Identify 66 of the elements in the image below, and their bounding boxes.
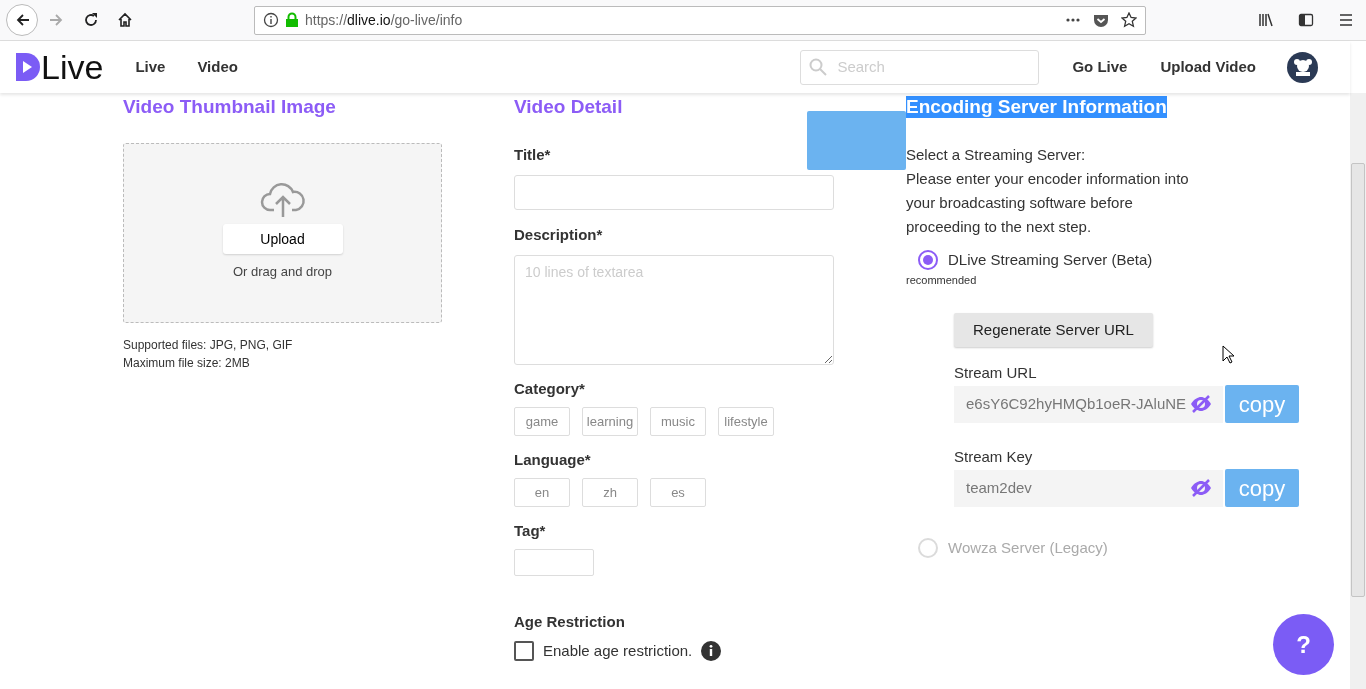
upload-button[interactable]: Upload	[222, 224, 343, 254]
radio-label: DLive Streaming Server (Beta)	[948, 250, 1153, 270]
header-link[interactable]: Go Live	[1072, 55, 1128, 79]
file-note: Maximum file size: 2MB	[123, 355, 251, 372]
option-chip[interactable]: lifestyle	[718, 407, 774, 436]
sidebar-icon[interactable]	[1298, 12, 1314, 28]
field-label: Category*	[514, 379, 586, 399]
copy-button[interactable]: copy	[1225, 469, 1299, 507]
stream-input[interactable]: team2dev	[964, 475, 1189, 501]
drop-hint: Or drag and drop	[233, 263, 332, 281]
stream-field[interactable]: team2dev	[954, 469, 1223, 507]
nav-link[interactable]: Live	[135, 55, 166, 79]
regenerate-button[interactable]: Regenerate Server URL	[954, 313, 1153, 347]
option-chip[interactable]: game	[514, 407, 570, 436]
eye-slash-icon	[1189, 478, 1213, 498]
nav-link[interactable]: Video	[197, 55, 238, 79]
field-label: Language*	[514, 450, 592, 470]
intro-text: Select a Streaming Server: Please enter your encoder information into your broadcasting software before proceeding to the next step.	[906, 145, 1190, 237]
option-chip[interactable]: zh	[582, 478, 638, 507]
title-input[interactable]	[514, 175, 834, 210]
header-link[interactable]: Upload Video	[1160, 55, 1256, 79]
stream-input[interactable]: e6sY6C92hyHMQb1oeR-JAluNE	[964, 391, 1189, 417]
checkbox-label: Enable age restriction.	[543, 641, 693, 661]
info-icon	[701, 641, 722, 661]
checkbox[interactable]	[514, 641, 534, 661]
menu-icon[interactable]	[1338, 12, 1354, 28]
recommended-note: recommended	[906, 272, 978, 288]
tag-input[interactable]	[514, 549, 594, 576]
url-text: https://dlive.io/go-live/info	[305, 10, 463, 30]
home-icon	[117, 12, 133, 28]
logo-text: Live	[41, 50, 104, 84]
pocket-icon[interactable]	[1093, 12, 1109, 28]
radio-label: Wowza Server (Legacy)	[948, 538, 1108, 558]
field-label: Tag*	[514, 521, 547, 541]
section-heading: Encoding Server Information	[906, 96, 1167, 118]
logo-icon	[16, 53, 40, 81]
back-icon	[14, 12, 30, 28]
info-icon	[263, 12, 279, 28]
search-icon	[809, 58, 828, 76]
file-note: Supported files: JPG, PNG, GIF	[123, 337, 294, 354]
scrollbar[interactable]	[1350, 93, 1366, 689]
option-chip[interactable]: music	[650, 407, 706, 436]
field-label: Age Restriction	[514, 612, 626, 632]
option-chip[interactable]: learning	[582, 407, 638, 436]
help-button[interactable]: ?	[1273, 614, 1334, 675]
star-icon[interactable]	[1121, 12, 1137, 28]
cursor-icon	[1222, 345, 1234, 364]
field-label: Description*	[514, 225, 604, 245]
section-heading: Video Thumbnail Image	[123, 96, 336, 118]
forward-icon	[49, 12, 65, 28]
library-icon[interactable]	[1258, 12, 1274, 28]
avatar[interactable]	[1287, 51, 1318, 83]
reload-icon	[83, 12, 99, 28]
eye-slash-icon	[1189, 394, 1213, 414]
option-chip[interactable]: en	[514, 478, 570, 507]
address-bar[interactable]: https://dlive.io/go-live/info	[254, 5, 1146, 35]
upload-area[interactable]: Upload Or drag and drop	[123, 143, 442, 323]
back-button[interactable]	[6, 4, 38, 36]
copy-button[interactable]: copy	[1225, 385, 1299, 423]
field-label: Title*	[514, 145, 552, 165]
field-label: Stream Key	[954, 447, 1034, 467]
field-label: Stream URL	[954, 363, 1038, 383]
option-chip[interactable]: es	[650, 478, 706, 507]
stream-field[interactable]: e6sY6C92hyHMQb1oeR-JAluNE	[954, 385, 1223, 423]
section-heading: Video Detail	[514, 96, 623, 118]
radio-button[interactable]	[918, 250, 938, 271]
